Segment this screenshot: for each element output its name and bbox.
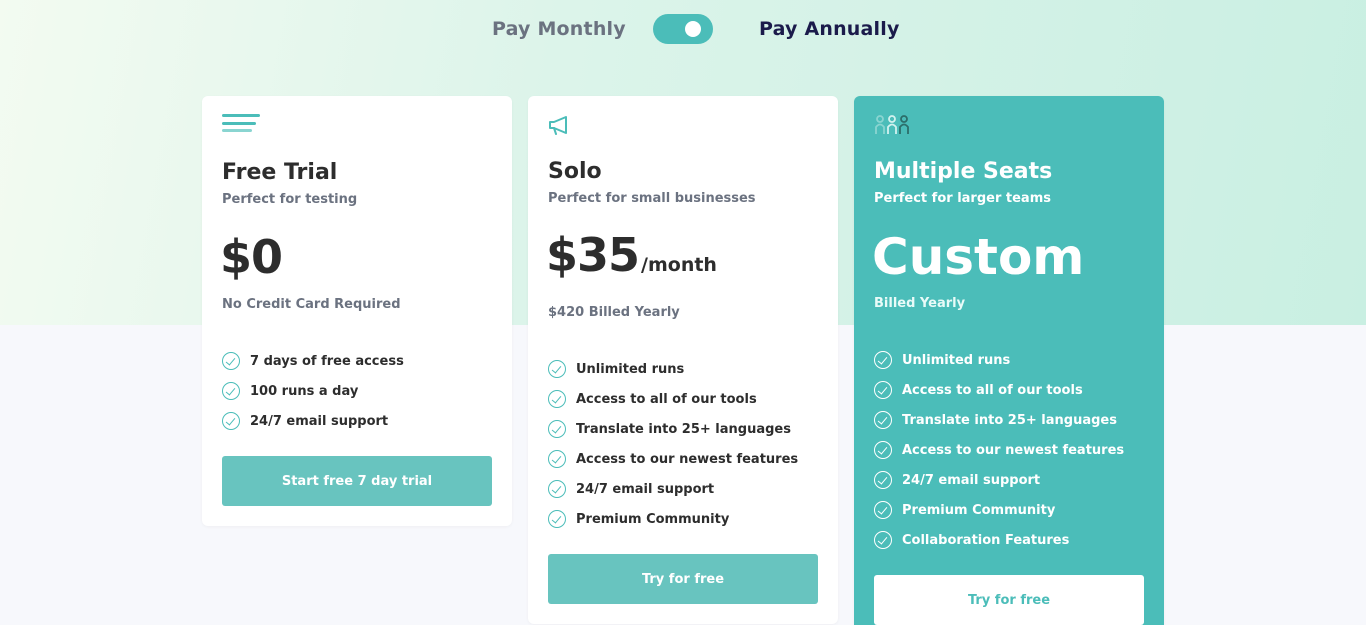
feature-item: 7 days of free access	[222, 346, 404, 376]
feature-list: Unlimited runs Access to all of our tool…	[874, 345, 1124, 555]
check-circle-icon	[222, 352, 240, 370]
feature-item: Access to our newest features	[874, 435, 1124, 465]
switch-knob	[685, 21, 701, 37]
feature-item: Translate into 25+ languages	[548, 414, 798, 444]
plan-price: Custom	[872, 228, 1084, 286]
check-circle-icon	[548, 450, 566, 468]
start-free-trial-button[interactable]: Start free 7 day trial	[222, 456, 492, 506]
plan-price: $0	[220, 230, 283, 284]
price-note: $420 Billed Yearly	[548, 305, 680, 320]
price-note: Billed Yearly	[874, 296, 966, 311]
try-for-free-button[interactable]: Try for free	[874, 575, 1144, 625]
feature-item: Access to all of our tools	[548, 384, 798, 414]
feature-item: Collaboration Features	[874, 525, 1124, 555]
check-circle-icon	[874, 531, 892, 549]
feature-item: 24/7 email support	[548, 474, 798, 504]
price-note: No Credit Card Required	[222, 297, 401, 312]
feature-label: Access to our newest features	[902, 442, 1125, 458]
try-for-free-button[interactable]: Try for free	[548, 554, 818, 604]
billing-toggle: Pay Monthly Pay Annually	[0, 14, 1366, 46]
pay-monthly-label[interactable]: Pay Monthly	[492, 18, 626, 40]
price-unit: /month	[641, 254, 717, 276]
feature-label: 24/7 email support	[902, 472, 1041, 488]
price-amount: $0	[220, 230, 283, 284]
check-circle-icon	[874, 501, 892, 519]
plan-subtitle: Perfect for small businesses	[548, 191, 756, 206]
feature-list: 7 days of free access 100 runs a day 24/…	[222, 346, 404, 436]
feature-item: Translate into 25+ languages	[874, 405, 1124, 435]
feature-item: Access to our newest features	[548, 444, 798, 474]
feature-label: Premium Community	[576, 511, 730, 527]
price-amount: $35	[546, 228, 640, 282]
feature-item: Unlimited runs	[874, 345, 1124, 375]
feature-label: Premium Community	[902, 502, 1056, 518]
plan-card-free-trial: Free Trial Perfect for testing $0 No Cre…	[202, 96, 512, 526]
feature-label: Access to all of our tools	[576, 391, 757, 407]
check-circle-icon	[222, 412, 240, 430]
feature-label: Unlimited runs	[576, 361, 685, 377]
plan-card-multiple-seats: Multiple Seats Perfect for larger teams …	[854, 96, 1164, 625]
check-circle-icon	[874, 441, 892, 459]
check-circle-icon	[548, 480, 566, 498]
check-circle-icon	[874, 471, 892, 489]
people-group-icon	[874, 114, 914, 140]
feature-label: Translate into 25+ languages	[902, 412, 1117, 428]
plan-subtitle: Perfect for larger teams	[874, 191, 1051, 206]
check-circle-icon	[222, 382, 240, 400]
plan-title: Solo	[548, 159, 602, 184]
check-circle-icon	[874, 381, 892, 399]
plan-title: Multiple Seats	[874, 159, 1053, 184]
billing-switch[interactable]	[653, 14, 713, 44]
feature-label: 24/7 email support	[250, 413, 389, 429]
plan-card-solo: Solo Perfect for small businesses $35/mo…	[528, 96, 838, 624]
check-circle-icon	[548, 360, 566, 378]
feature-item: Premium Community	[874, 495, 1124, 525]
feature-item: 24/7 email support	[222, 406, 404, 436]
feature-label: Access to all of our tools	[902, 382, 1083, 398]
megaphone-icon	[548, 114, 572, 140]
menu-lines-icon	[222, 114, 262, 140]
feature-item: 100 runs a day	[222, 376, 404, 406]
check-circle-icon	[548, 510, 566, 528]
feature-label: Translate into 25+ languages	[576, 421, 791, 437]
feature-list: Unlimited runs Access to all of our tool…	[548, 354, 798, 534]
feature-item: Access to all of our tools	[874, 375, 1124, 405]
check-circle-icon	[874, 351, 892, 369]
pay-annually-label[interactable]: Pay Annually	[759, 18, 900, 40]
plan-title: Free Trial	[222, 160, 338, 185]
check-circle-icon	[548, 390, 566, 408]
check-circle-icon	[874, 411, 892, 429]
feature-item: 24/7 email support	[874, 465, 1124, 495]
feature-label: 100 runs a day	[250, 383, 359, 399]
feature-label: Access to our newest features	[576, 451, 799, 467]
plan-price: $35/month	[546, 228, 717, 282]
feature-label: Collaboration Features	[902, 532, 1070, 548]
price-amount: Custom	[872, 228, 1085, 286]
feature-label: 24/7 email support	[576, 481, 715, 497]
plan-subtitle: Perfect for testing	[222, 192, 358, 207]
feature-label: Unlimited runs	[902, 352, 1011, 368]
check-circle-icon	[548, 420, 566, 438]
feature-label: 7 days of free access	[250, 353, 404, 369]
feature-item: Unlimited runs	[548, 354, 798, 384]
feature-item: Premium Community	[548, 504, 798, 534]
